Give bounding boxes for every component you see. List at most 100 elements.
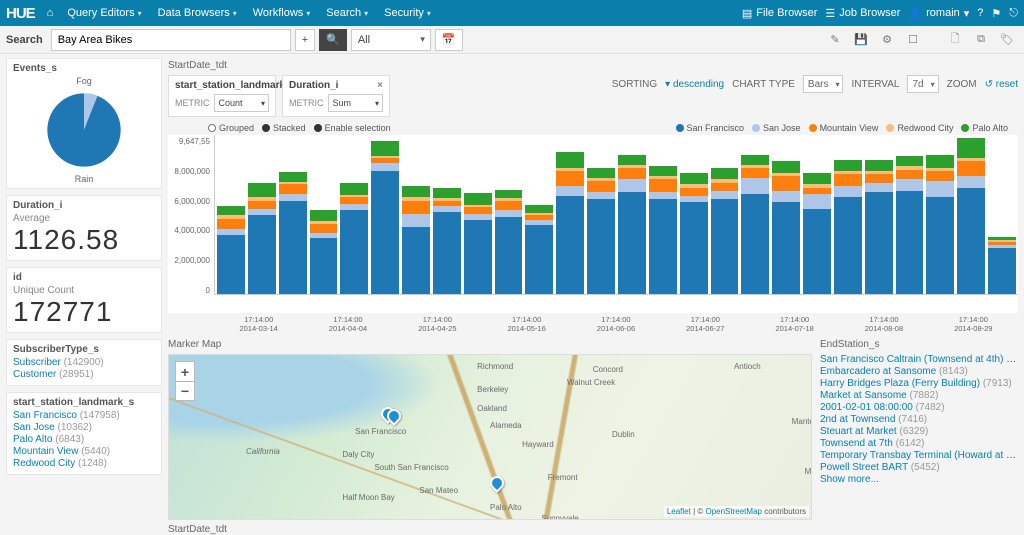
list-item[interactable]: Harry Bridges Plaza (Ferry Building) (79…: [820, 378, 1018, 389]
list-item[interactable]: San Francisco (147958): [13, 410, 155, 421]
list-item[interactable]: Mountain View (5440): [13, 446, 155, 457]
signout-icon[interactable]: ⎋: [1009, 7, 1018, 20]
add-button[interactable]: +: [295, 29, 315, 51]
chart-bar[interactable]: [433, 188, 461, 294]
chart-bar[interactable]: [525, 205, 553, 294]
y-axis: 9,647,558,000,0006,000,0004,000,0002,000…: [168, 135, 214, 313]
subtype-title: SubscriberType_s: [13, 344, 155, 355]
chart-bar[interactable]: [711, 168, 739, 294]
metric-select[interactable]: Sum: [328, 94, 384, 112]
chart-bar[interactable]: [680, 173, 708, 294]
legend-item[interactable]: Redwood City: [886, 123, 953, 133]
chart-bar[interactable]: [618, 155, 646, 294]
chart-bar[interactable]: [803, 173, 831, 294]
user-menu[interactable]: 👤 romain ▾: [908, 7, 969, 20]
chart-bar[interactable]: [957, 138, 985, 294]
zoom-in-button[interactable]: +: [175, 361, 195, 381]
chart-bar[interactable]: [340, 183, 368, 294]
legend-item[interactable]: San Francisco: [676, 123, 745, 133]
map-city-label: Alameda: [490, 421, 522, 430]
list-item[interactable]: San Jose (10362): [13, 422, 155, 433]
metric-select[interactable]: Count: [214, 94, 270, 112]
help-icon[interactable]: ?: [977, 7, 983, 19]
mode-option[interactable]: Grouped: [208, 123, 254, 133]
chart-bar[interactable]: [741, 155, 769, 294]
search-label: Search: [6, 34, 43, 46]
list-item[interactable]: Embarcadero at Sansome (8143): [820, 366, 1018, 377]
list-item[interactable]: Steuart at Market (6329): [820, 426, 1018, 437]
copy-icon[interactable]: ⧉: [970, 29, 992, 51]
sorting-value[interactable]: ▾ descending: [665, 79, 724, 90]
flag-icon[interactable]: ⚑: [991, 7, 1001, 20]
nav-security[interactable]: Security ▾: [376, 7, 439, 19]
chip-remove[interactable]: ×: [377, 80, 383, 91]
list-item[interactable]: Customer (28951): [13, 369, 155, 380]
legend-item[interactable]: Palo Alto: [961, 123, 1008, 133]
nav-search[interactable]: Search ▾: [318, 7, 376, 19]
zoom-reset[interactable]: ↺ reset: [985, 79, 1018, 90]
nav-workflows[interactable]: Workflows ▾: [245, 7, 319, 19]
chart-bar[interactable]: [371, 141, 399, 294]
list-item[interactable]: Townsend at 7th (6142): [820, 438, 1018, 449]
list-item[interactable]: San Francisco Caltrain (Townsend at 4th)…: [820, 354, 1018, 365]
list-item[interactable]: 2001-02-01 08:00:00 (7482): [820, 402, 1018, 413]
chart-bar[interactable]: [587, 168, 615, 294]
date-button[interactable]: 📅: [435, 29, 463, 51]
tag-icon[interactable]: 🏷: [996, 29, 1018, 51]
chart-bar[interactable]: [772, 161, 800, 294]
list-item[interactable]: Temporary Transbay Terminal (Howard at B…: [820, 450, 1018, 461]
marker-map[interactable]: + − Leaflet | © OpenStreetMap contributo…: [168, 354, 812, 520]
chart-bar[interactable]: [926, 155, 954, 294]
file-browser-link[interactable]: ▤ File Browser: [742, 7, 818, 20]
chart-bar[interactable]: [248, 183, 276, 294]
gear-icon[interactable]: ⚙: [876, 29, 898, 51]
home-icon[interactable]: ⌂: [47, 7, 54, 19]
zoom-label: ZOOM: [947, 79, 977, 90]
chart-bar[interactable]: [896, 156, 924, 294]
chart-bar[interactable]: [279, 172, 307, 294]
map-city-label: Modesto: [805, 467, 812, 476]
bookmark-icon[interactable]: ☐: [902, 29, 924, 51]
list-item[interactable]: Market at Sansome (7882): [820, 390, 1018, 401]
chart-bar[interactable]: [464, 193, 492, 294]
chart-bar[interactable]: [310, 210, 338, 294]
interval-select[interactable]: 7d: [907, 75, 938, 93]
charttype-select[interactable]: Bars: [803, 75, 844, 93]
topbar: HUE ⌂ Query Editors ▾Data Browsers ▾Work…: [0, 0, 1024, 26]
job-browser-link[interactable]: ☰ Job Browser: [825, 7, 900, 20]
osm-link[interactable]: OpenStreetMap: [705, 507, 761, 516]
mode-option[interactable]: Enable selection: [314, 123, 391, 133]
chart-bar[interactable]: [834, 160, 862, 294]
nav-data-browsers[interactable]: Data Browsers ▾: [150, 7, 245, 19]
nav-query-editors[interactable]: Query Editors ▾: [59, 7, 149, 19]
zoom-out-button[interactable]: −: [175, 381, 195, 401]
chart-bar[interactable]: [865, 160, 893, 294]
edit-icon[interactable]: ✎: [824, 29, 846, 51]
search-button[interactable]: 🔍: [319, 29, 347, 51]
list-item[interactable]: Subscriber (142900): [13, 357, 155, 368]
list-item[interactable]: Palo Alto (6843): [13, 434, 155, 445]
chart-bar[interactable]: [556, 152, 584, 294]
scope-select[interactable]: All: [351, 29, 431, 51]
chart-bar[interactable]: [988, 237, 1016, 294]
leaflet-link[interactable]: Leaflet: [667, 507, 691, 516]
new-icon[interactable]: 🗋: [944, 29, 966, 51]
list-item[interactable]: Redwood City (1248): [13, 458, 155, 469]
pie-chart: [40, 86, 128, 174]
show-more-link[interactable]: Show more...: [820, 474, 879, 485]
legend-item[interactable]: Mountain View: [809, 123, 879, 133]
landmark-title: start_station_landmark_s: [13, 397, 155, 408]
mode-option[interactable]: Stacked: [262, 123, 306, 133]
chart-bar[interactable]: [217, 206, 245, 294]
save-icon[interactable]: 💾: [850, 29, 872, 51]
chart-bar[interactable]: [402, 186, 430, 294]
list-item[interactable]: 2nd at Townsend (7416): [820, 414, 1018, 425]
chart-bar[interactable]: [495, 190, 523, 294]
legend-item[interactable]: San Jose: [752, 123, 801, 133]
map-city-label: Daly City: [342, 450, 374, 459]
map-city-label: Hayward: [522, 440, 554, 449]
search-input[interactable]: [51, 29, 291, 51]
list-item[interactable]: Powell Street BART (5452): [820, 462, 1018, 473]
stacked-bar-chart: 9,647,558,000,0006,000,0004,000,0002,000…: [168, 135, 1018, 313]
chart-bar[interactable]: [649, 166, 677, 294]
